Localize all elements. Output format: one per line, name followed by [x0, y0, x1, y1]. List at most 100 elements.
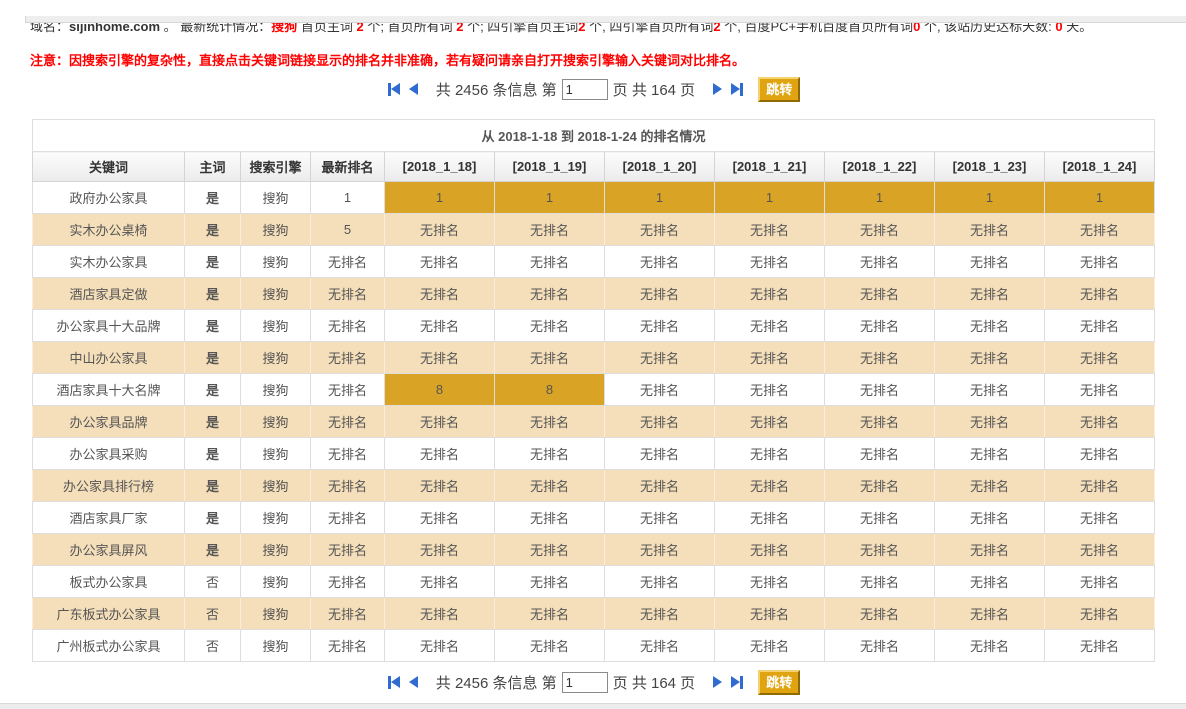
jump-button[interactable]: 跳转 [758, 77, 800, 102]
latest-rank: 无排名 [311, 598, 385, 630]
keyword-link[interactable]: 办公家具十大品牌 [33, 310, 185, 342]
rank-cell: 无排名 [385, 246, 495, 278]
rank-cell: 无排名 [1045, 246, 1155, 278]
rank-cell-highlighted: 1 [385, 182, 495, 214]
rank-cell: 无排名 [605, 310, 715, 342]
prev-page-icon[interactable] [409, 676, 418, 688]
last-page-icon[interactable] [731, 676, 743, 689]
column-header-5: [2018_1_19] [495, 152, 605, 182]
rank-cell: 无排名 [605, 342, 715, 374]
table-row: 办公家具排行榜是搜狗无排名无排名无排名无排名无排名无排名无排名无排名 [33, 470, 1155, 502]
table-row: 板式办公家具否搜狗无排名无排名无排名无排名无排名无排名无排名无排名 [33, 566, 1155, 598]
rank-cell: 无排名 [935, 470, 1045, 502]
main-word-flag: 是 [185, 374, 241, 406]
table-header-row: 关键词主词搜索引擎最新排名[2018_1_18][2018_1_19][2018… [33, 152, 1155, 182]
rank-cell: 无排名 [385, 278, 495, 310]
rank-cell-highlighted: 1 [715, 182, 825, 214]
column-header-3: 最新排名 [311, 152, 385, 182]
keyword-link[interactable]: 办公家具采购 [33, 438, 185, 470]
search-engine: 搜狗 [241, 534, 311, 566]
next-page-icon[interactable] [713, 83, 722, 95]
keyword-link[interactable]: 酒店家具十大名牌 [33, 374, 185, 406]
keyword-link[interactable]: 中山办公家具 [33, 342, 185, 374]
main-word-flag: 是 [185, 502, 241, 534]
keyword-link[interactable]: 酒店家具定做 [33, 278, 185, 310]
rank-cell: 无排名 [495, 534, 605, 566]
pager-bottom: 共 2456 条信息 第 页 共 164 页 跳转 [0, 669, 1186, 695]
keyword-link[interactable]: 政府办公家具 [33, 182, 185, 214]
main-word-flag: 否 [185, 630, 241, 662]
rank-cell: 无排名 [605, 630, 715, 662]
first-page-icon[interactable] [388, 676, 400, 689]
search-engine: 搜狗 [241, 566, 311, 598]
rank-cell: 无排名 [495, 630, 605, 662]
latest-rank: 无排名 [311, 534, 385, 566]
rank-cell: 无排名 [605, 598, 715, 630]
rank-cell: 无排名 [715, 406, 825, 438]
keyword-link[interactable]: 办公家具屏风 [33, 534, 185, 566]
main-word-flag: 是 [185, 470, 241, 502]
search-engine: 搜狗 [241, 246, 311, 278]
rank-cell: 无排名 [825, 630, 935, 662]
rank-cell: 无排名 [495, 342, 605, 374]
keyword-link[interactable]: 板式办公家具 [33, 566, 185, 598]
main-word-flag: 是 [185, 534, 241, 566]
rank-cell: 无排名 [385, 438, 495, 470]
rank-cell: 无排名 [1045, 278, 1155, 310]
search-engine: 搜狗 [241, 598, 311, 630]
ranking-table: 从 2018-1-18 到 2018-1-24 的排名情况 关键词主词搜索引擎最… [32, 119, 1155, 662]
latest-rank: 无排名 [311, 438, 385, 470]
top-divider [25, 16, 1186, 23]
rank-cell: 无排名 [825, 598, 935, 630]
main-word-flag: 是 [185, 406, 241, 438]
next-page-icon[interactable] [713, 676, 722, 688]
rank-cell: 无排名 [825, 534, 935, 566]
rank-cell-highlighted: 1 [825, 182, 935, 214]
table-row: 酒店家具定做是搜狗无排名无排名无排名无排名无排名无排名无排名无排名 [33, 278, 1155, 310]
table-title: 从 2018-1-18 到 2018-1-24 的排名情况 [33, 120, 1155, 152]
rank-cell-highlighted: 1 [935, 182, 1045, 214]
rank-cell: 无排名 [385, 406, 495, 438]
rank-cell: 无排名 [1045, 630, 1155, 662]
column-header-2: 搜索引擎 [241, 152, 311, 182]
rank-cell: 无排名 [825, 502, 935, 534]
latest-rank: 无排名 [311, 246, 385, 278]
search-engine: 搜狗 [241, 342, 311, 374]
rank-cell: 无排名 [495, 438, 605, 470]
keyword-link[interactable]: 广州板式办公家具 [33, 630, 185, 662]
rank-cell: 无排名 [1045, 534, 1155, 566]
rank-cell: 无排名 [715, 374, 825, 406]
page-number-input[interactable] [562, 672, 608, 693]
jump-button[interactable]: 跳转 [758, 670, 800, 695]
main-word-flag: 是 [185, 342, 241, 374]
main-word-flag: 是 [185, 182, 241, 214]
rank-cell: 无排名 [385, 310, 495, 342]
keyword-link[interactable]: 办公家具排行榜 [33, 470, 185, 502]
rank-cell: 无排名 [715, 438, 825, 470]
rank-cell: 无排名 [1045, 438, 1155, 470]
keyword-link[interactable]: 实木办公家具 [33, 246, 185, 278]
main-word-flag: 是 [185, 246, 241, 278]
search-engine: 搜狗 [241, 182, 311, 214]
rank-cell: 无排名 [1045, 342, 1155, 374]
rank-cell: 无排名 [1045, 502, 1155, 534]
column-header-1: 主词 [185, 152, 241, 182]
page-number-input[interactable] [562, 79, 608, 100]
search-engine: 搜狗 [241, 278, 311, 310]
rank-cell: 无排名 [715, 534, 825, 566]
prev-page-icon[interactable] [409, 83, 418, 95]
latest-rank: 无排名 [311, 566, 385, 598]
rank-cell: 无排名 [935, 534, 1045, 566]
keyword-link[interactable]: 办公家具品牌 [33, 406, 185, 438]
first-page-icon[interactable] [388, 83, 400, 96]
last-page-icon[interactable] [731, 83, 743, 96]
search-engine: 搜狗 [241, 214, 311, 246]
main-word-flag: 否 [185, 598, 241, 630]
latest-rank: 无排名 [311, 374, 385, 406]
keyword-link[interactable]: 实木办公桌椅 [33, 214, 185, 246]
keyword-link[interactable]: 酒店家具厂家 [33, 502, 185, 534]
keyword-link[interactable]: 广东板式办公家具 [33, 598, 185, 630]
latest-rank: 1 [311, 182, 385, 214]
table-row: 实木办公桌椅是搜狗5无排名无排名无排名无排名无排名无排名无排名 [33, 214, 1155, 246]
rank-cell: 无排名 [495, 566, 605, 598]
